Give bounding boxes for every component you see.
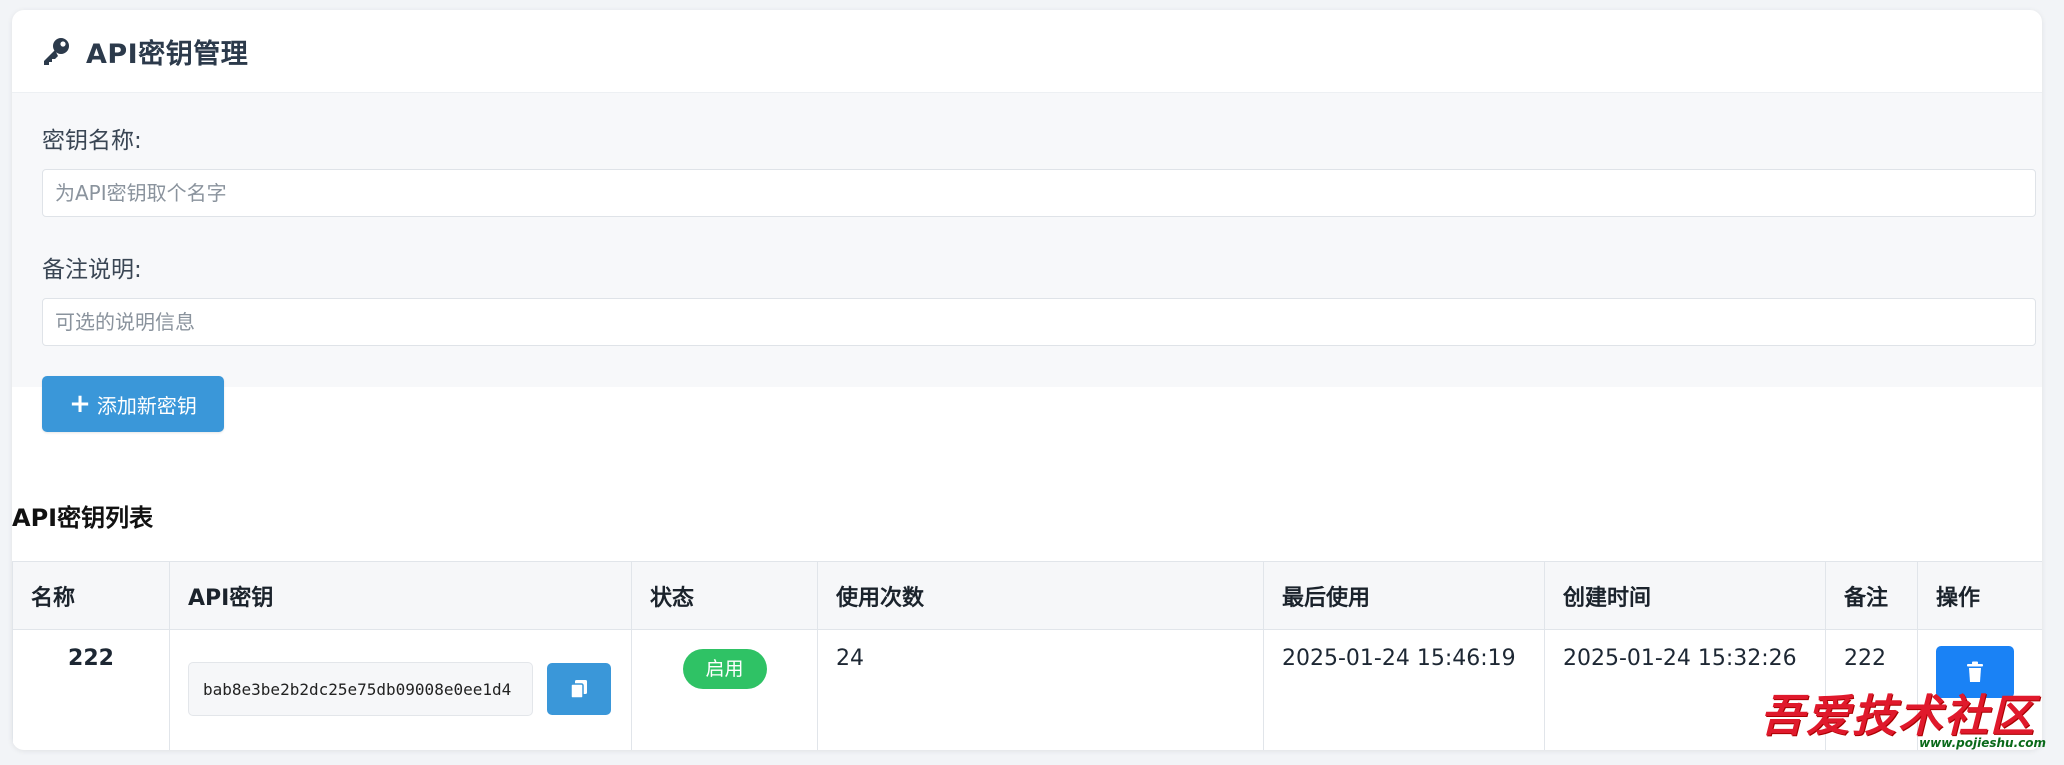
add-key-form: 密钥名称: 备注说明: + 添加新密钥 (12, 93, 2042, 432)
key-name-label: 密钥名称: (42, 128, 142, 154)
status-badge[interactable]: 启用 (682, 649, 767, 689)
plus-icon: + (69, 389, 91, 419)
table-row: 222 bab8e3be2b2dc25e75db09008e0ee1d4 启用 (12, 629, 2042, 750)
watermark-text: 吾爱技术社区 (1760, 691, 2036, 742)
key-note-input[interactable] (42, 298, 2036, 346)
usage-count-cell: 24 (817, 629, 1264, 750)
key-note-label: 备注说明: (42, 257, 142, 283)
api-keys-table: 名称 API密钥 状态 使用次数 最后使用 创建时间 备注 操作 222 bab… (12, 561, 2042, 750)
site-watermark: 吾爱技术社区 www.pojieshu.com (1760, 680, 2060, 760)
column-header-usage-count: 使用次数 (817, 561, 1264, 630)
add-key-button-label: 添加新密钥 (96, 393, 197, 418)
column-header-status: 状态 (631, 561, 818, 630)
column-header-actions: 操作 (1917, 561, 2042, 630)
card-header: API密钥管理 (12, 10, 2042, 93)
page-title: API密钥管理 (86, 38, 249, 70)
key-list-title: API密钥列表 (12, 504, 154, 532)
copy-icon (570, 680, 587, 699)
column-header-note: 备注 (1825, 561, 1918, 630)
column-header-api-key: API密钥 (169, 561, 632, 630)
key-name-input[interactable] (42, 169, 2036, 217)
api-key-wrap: bab8e3be2b2dc25e75db09008e0ee1d4 (188, 662, 613, 716)
api-key-value: bab8e3be2b2dc25e75db09008e0ee1d4 (188, 662, 533, 716)
column-header-name: 名称 (12, 561, 170, 630)
add-key-button[interactable]: + 添加新密钥 (42, 376, 224, 432)
column-header-created-at: 创建时间 (1544, 561, 1826, 630)
table-header-row: 名称 API密钥 状态 使用次数 最后使用 创建时间 备注 操作 (12, 561, 2042, 630)
key-name-cell: 222 (12, 629, 170, 750)
key-icon (44, 38, 69, 65)
api-key-management-card: API密钥管理 密钥名称: 备注说明: + 添加新密钥 API密钥列表 名称 A… (12, 10, 2042, 750)
copy-key-button[interactable] (547, 663, 611, 715)
status-cell: 启用 (631, 629, 818, 750)
column-header-last-used: 最后使用 (1263, 561, 1545, 630)
api-key-cell: bab8e3be2b2dc25e75db09008e0ee1d4 (169, 629, 632, 750)
watermark-url: www.pojieshu.com (1919, 736, 2046, 750)
last-used-cell: 2025-01-24 15:46:19 (1263, 629, 1545, 750)
